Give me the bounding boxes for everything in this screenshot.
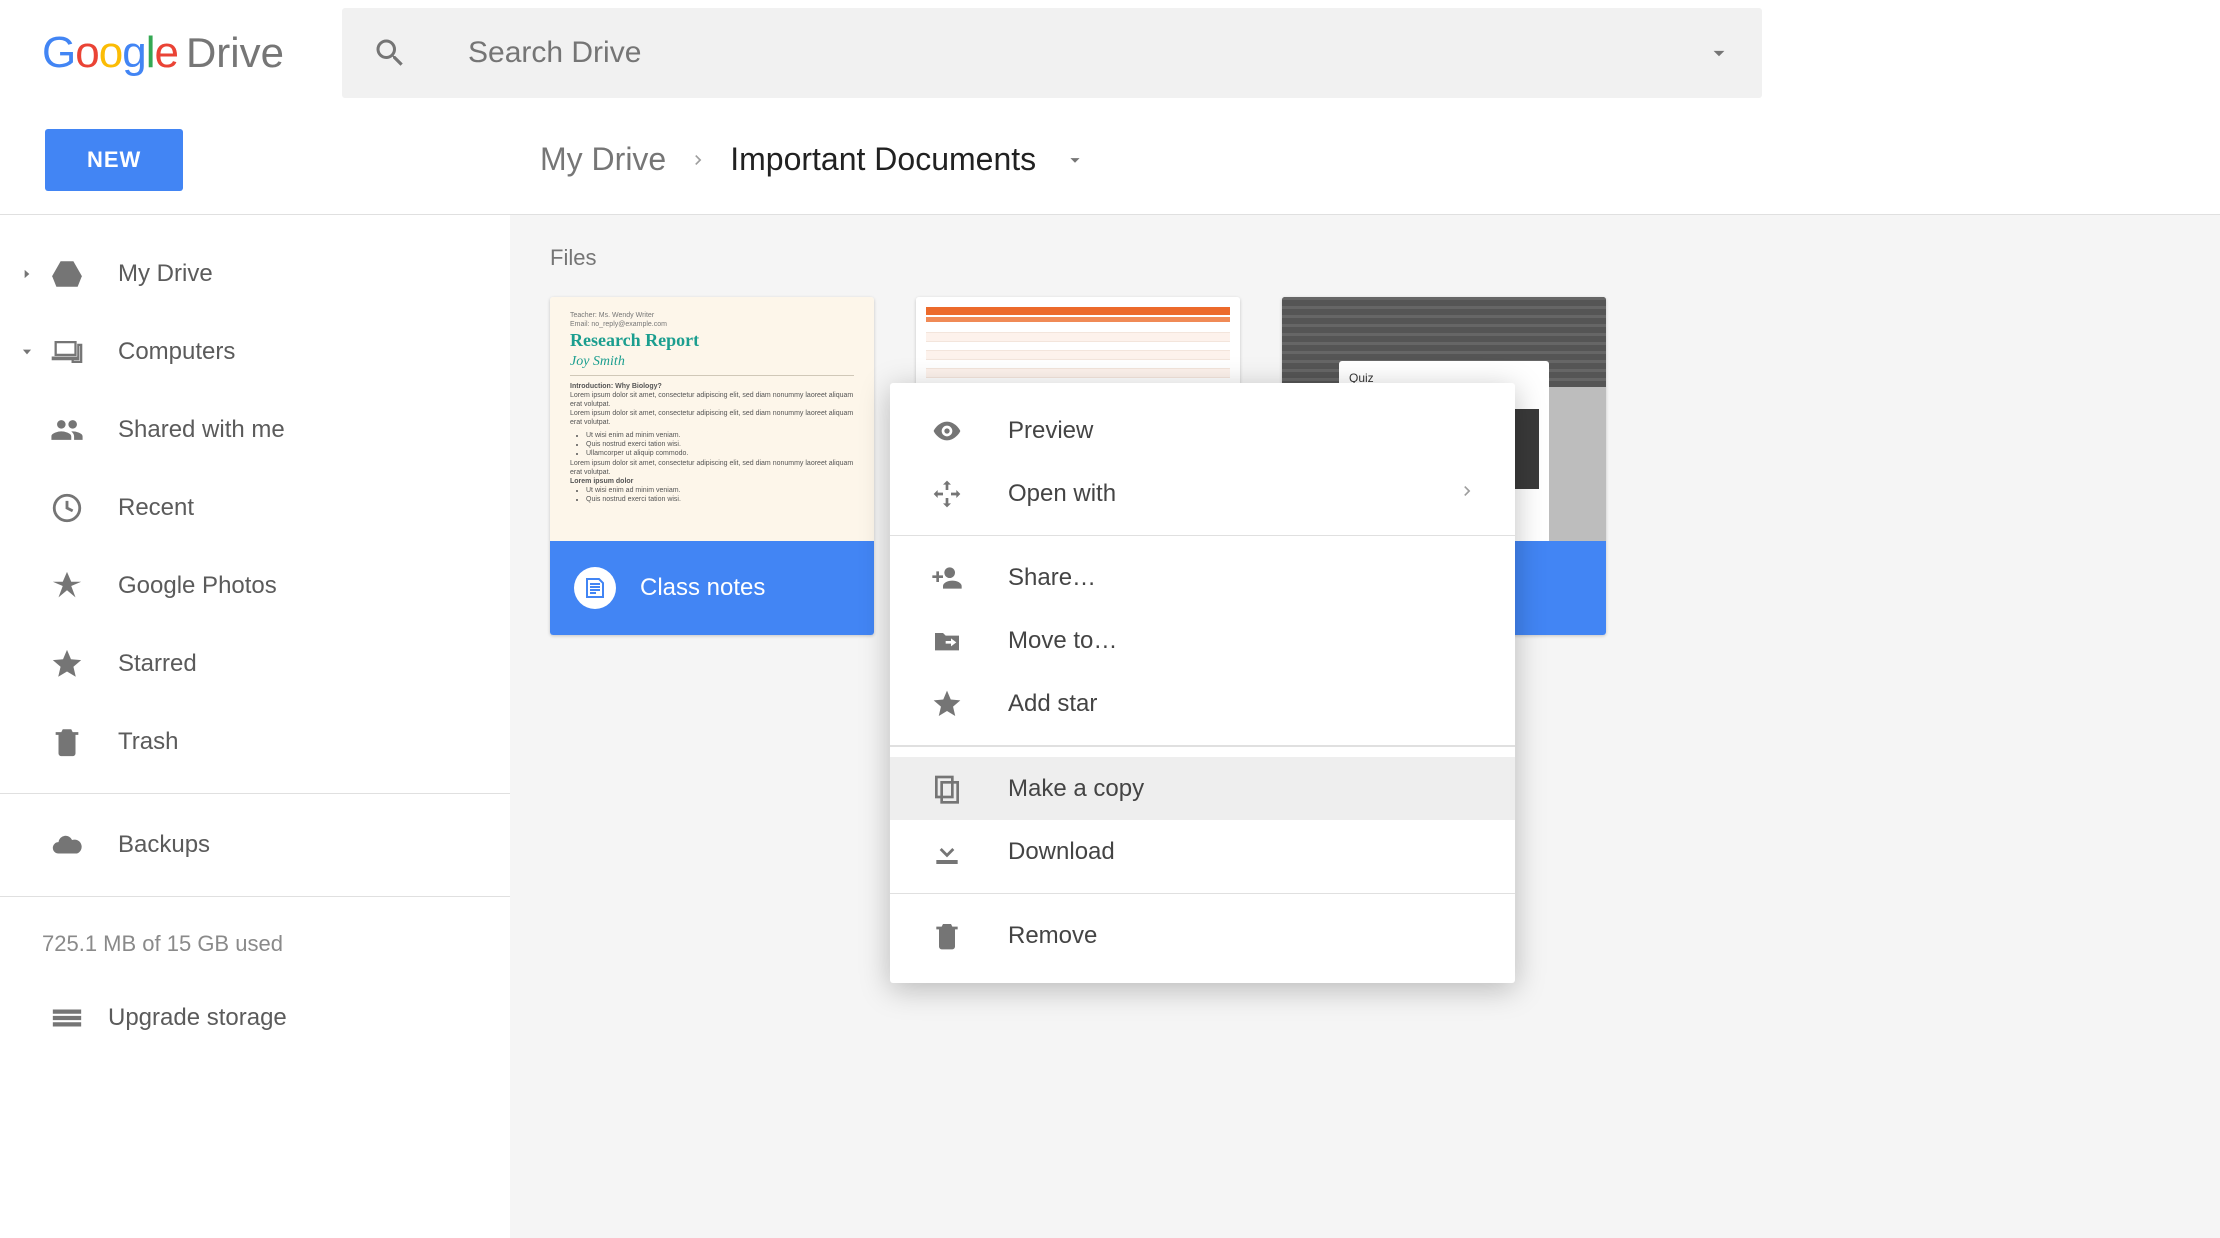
photos-icon [42, 569, 92, 603]
menu-item-label: Share… [1008, 564, 1096, 592]
menu-item-open-with[interactable]: Open with [890, 462, 1515, 525]
product-name: Drive [186, 29, 284, 77]
menu-item-download[interactable]: Download [890, 820, 1515, 883]
sidebar-item-recent[interactable]: Recent [0, 469, 510, 547]
header: Google Drive [0, 0, 2220, 105]
file-footer: Class notes [550, 541, 874, 635]
menu-item-share[interactable]: Share… [890, 546, 1515, 609]
menu-item-remove[interactable]: Remove [890, 904, 1515, 967]
folder-move-icon [928, 622, 966, 660]
sidebar: My Drive Computers Shared with me Recent… [0, 215, 510, 1238]
menu-item-label: Preview [1008, 417, 1093, 445]
google-logo: Google [42, 28, 178, 78]
thumb-heading: Introduction: Why Biology? [570, 383, 662, 390]
breadcrumb: My Drive Important Documents [540, 141, 1086, 178]
thumb-bullet: Ut wisi enim ad minim veniam. [586, 486, 854, 495]
sidebar-item-my-drive[interactable]: My Drive [0, 235, 510, 313]
sidebar-item-photos[interactable]: Google Photos [0, 547, 510, 625]
thumb-subtitle: Joy Smith [570, 353, 854, 376]
search-bar[interactable] [342, 8, 1762, 98]
star-icon [42, 647, 92, 681]
menu-divider [890, 745, 1515, 747]
menu-item-preview[interactable]: Preview [890, 399, 1515, 462]
sidebar-item-label: Google Photos [118, 572, 277, 600]
menu-item-label: Remove [1008, 922, 1097, 950]
star-icon [928, 685, 966, 723]
sidebar-item-label: Trash [118, 728, 178, 756]
storage-icon [42, 1001, 92, 1035]
thumb-bullet: Quis nostrud exerci tation wisi. [586, 440, 854, 449]
trash-icon [928, 917, 966, 955]
menu-item-label: Move to… [1008, 627, 1117, 655]
expander-down-icon [20, 345, 34, 359]
sidebar-item-trash[interactable]: Trash [0, 703, 510, 781]
search-icon [372, 35, 408, 71]
menu-item-label: Open with [1008, 480, 1116, 508]
menu-item-label: Make a copy [1008, 775, 1144, 803]
divider [0, 793, 510, 794]
menu-item-label: Download [1008, 838, 1115, 866]
sidebar-item-label: Shared with me [118, 416, 285, 444]
thumb-heading: Lorem ipsum dolor [570, 478, 633, 485]
sidebar-item-label: Starred [118, 650, 197, 678]
computers-icon [42, 335, 92, 369]
eye-icon [928, 412, 966, 450]
thumb-paragraph: Lorem ipsum dolor sit amet, consectetur … [570, 410, 853, 426]
sidebar-item-upgrade[interactable]: Upgrade storage [0, 979, 510, 1057]
file-thumbnail: Teacher: Ms. Wendy Writer Email: no_repl… [550, 297, 874, 541]
thumb-paragraph: Lorem ipsum dolor sit amet, consectetur … [570, 392, 853, 408]
thumb-bullet: Ullamcorper ut aliquip commodo. [586, 449, 854, 458]
file-card-class-notes[interactable]: Teacher: Ms. Wendy Writer Email: no_repl… [550, 297, 874, 635]
new-button[interactable]: NEW [45, 129, 183, 191]
context-menu: Preview Open with Share… Move to… Add st… [890, 383, 1515, 983]
sidebar-item-shared[interactable]: Shared with me [0, 391, 510, 469]
docs-icon [574, 567, 616, 609]
open-with-icon [928, 475, 966, 513]
storage-usage-text: 725.1 MB of 15 GB used [0, 909, 510, 979]
clock-icon [42, 491, 92, 525]
sidebar-item-label: Backups [118, 831, 210, 859]
sidebar-item-label: Recent [118, 494, 194, 522]
copy-icon [928, 770, 966, 808]
menu-item-add-star[interactable]: Add star [890, 672, 1515, 735]
sidebar-item-label: Upgrade storage [108, 1004, 287, 1032]
thumb-paragraph: Lorem ipsum dolor sit amet, consectetur … [570, 460, 853, 476]
search-input[interactable] [468, 36, 1706, 70]
file-title: Class notes [640, 574, 765, 602]
sidebar-item-computers[interactable]: Computers [0, 313, 510, 391]
breadcrumb-current[interactable]: Important Documents [730, 141, 1036, 178]
logo[interactable]: Google Drive [42, 28, 342, 78]
menu-item-make-copy[interactable]: Make a copy [890, 757, 1515, 820]
section-label: Files [550, 245, 2190, 271]
thumb-text: Teacher: Ms. Wendy Writer [570, 311, 854, 320]
menu-item-label: Add star [1008, 690, 1097, 718]
chevron-right-icon [688, 150, 708, 170]
thumb-bullet: Ut wisi enim ad minim veniam. [586, 431, 854, 440]
chevron-right-icon [1457, 480, 1477, 508]
thumb-title: Research Report [570, 329, 854, 352]
toolbar-row: NEW My Drive Important Documents [0, 105, 2220, 215]
content-area: Files Teacher: Ms. Wendy Writer Email: n… [510, 215, 2220, 1238]
drive-icon [42, 257, 92, 291]
menu-divider [890, 893, 1515, 894]
sidebar-item-starred[interactable]: Starred [0, 625, 510, 703]
sidebar-item-label: My Drive [118, 260, 213, 288]
people-icon [42, 413, 92, 447]
main-area: My Drive Computers Shared with me Recent… [0, 215, 2220, 1238]
menu-item-move-to[interactable]: Move to… [890, 609, 1515, 672]
sidebar-item-backups[interactable]: Backups [0, 806, 510, 884]
trash-icon [42, 725, 92, 759]
cloud-icon [42, 828, 92, 862]
divider [0, 896, 510, 897]
menu-divider [890, 535, 1515, 536]
download-icon [928, 833, 966, 871]
person-add-icon [928, 559, 966, 597]
sidebar-item-label: Computers [118, 338, 235, 366]
search-options-icon[interactable] [1706, 40, 1732, 66]
caret-down-icon[interactable] [1064, 149, 1086, 171]
expander-right-icon [20, 267, 34, 281]
thumb-bullet: Quis nostrud exerci tation wisi. [586, 495, 854, 504]
breadcrumb-root[interactable]: My Drive [540, 141, 666, 178]
thumb-text: Email: no_reply@example.com [570, 320, 854, 329]
